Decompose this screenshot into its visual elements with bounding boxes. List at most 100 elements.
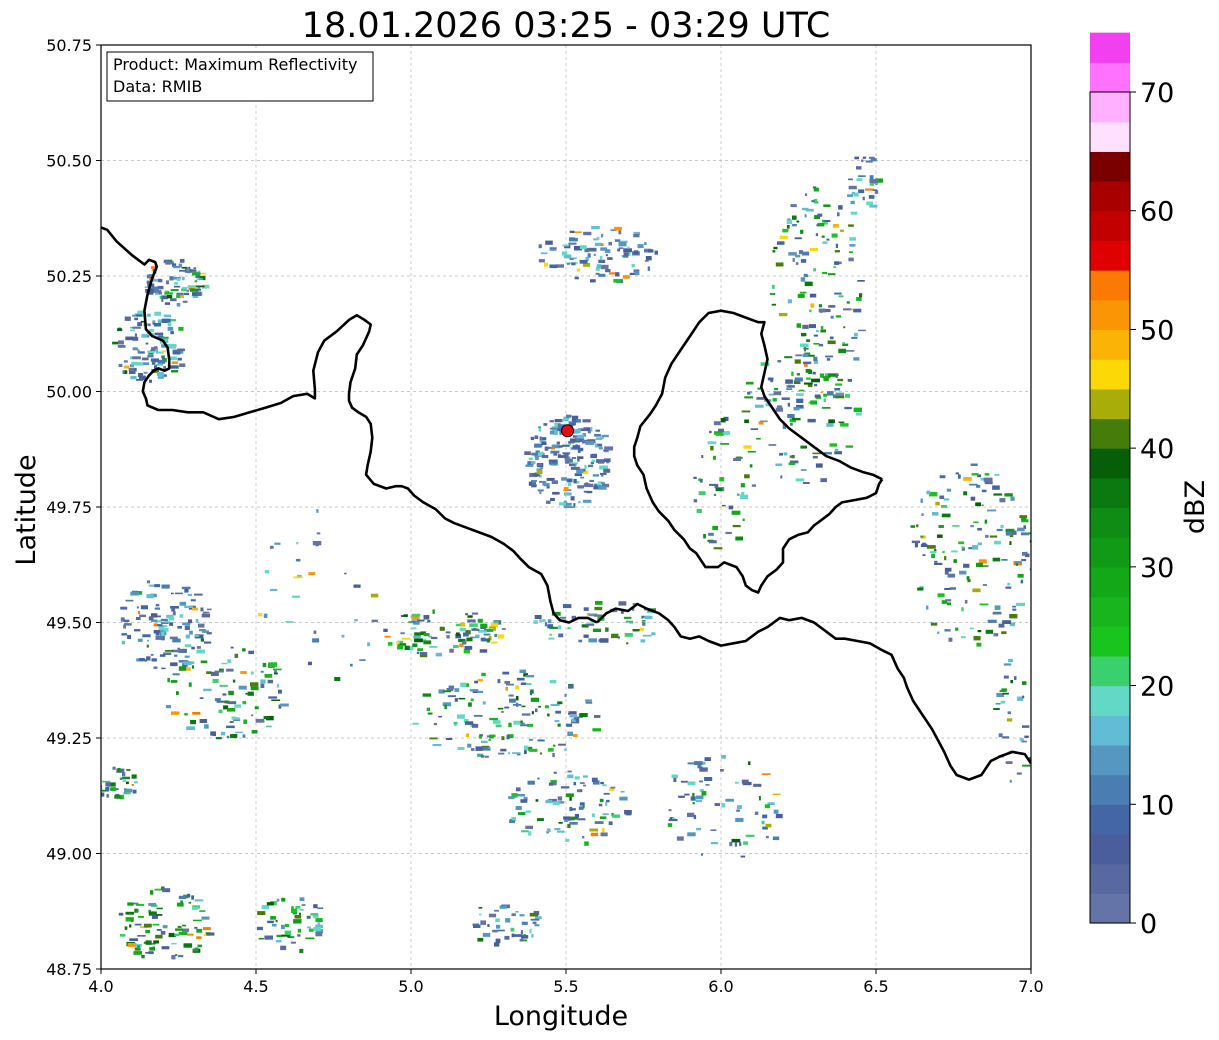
echo-cell: [197, 944, 202, 948]
echo-cell: [447, 695, 457, 698]
echo-cell: [189, 269, 197, 272]
echo-cell: [141, 357, 149, 361]
echo-cell: [240, 671, 247, 674]
colorbar-segment: [1090, 893, 1130, 924]
echo-cell: [583, 634, 589, 638]
echo-cell: [142, 362, 150, 366]
echo-cell: [184, 625, 190, 630]
echo-cell: [569, 462, 579, 464]
echo-cell: [210, 731, 216, 736]
echo-cell: [226, 735, 230, 739]
echo-cell: [805, 208, 814, 212]
echo-cell: [725, 798, 734, 802]
echo-cell: [756, 397, 765, 400]
echo-cell: [505, 918, 511, 923]
echo-cell: [566, 723, 573, 727]
echo-cell: [684, 793, 690, 796]
echo-cell: [186, 271, 191, 274]
echo-cell: [1007, 582, 1011, 586]
echo-cell: [835, 383, 843, 386]
echo-cell: [397, 645, 404, 650]
echo-cell: [156, 929, 162, 931]
echo-cell: [313, 904, 318, 909]
echo-cell: [590, 832, 599, 837]
echo-cell: [848, 251, 853, 254]
echo-cell: [528, 481, 532, 486]
echo-cell: [124, 316, 131, 321]
echo-cell: [811, 378, 820, 383]
echo-cell: [571, 457, 576, 459]
echo-cell: [221, 662, 228, 665]
echo-cell: [951, 550, 958, 553]
echo-cell: [177, 925, 182, 928]
echo-cell: [549, 264, 558, 269]
echo-cell: [946, 488, 952, 492]
echo-cell: [426, 707, 430, 712]
echo-cell: [147, 354, 154, 358]
echo-cell: [181, 288, 187, 292]
echo-cell: [987, 509, 996, 512]
echo-cell: [746, 381, 754, 385]
echo-cell: [463, 632, 469, 637]
echo-cell: [187, 285, 196, 288]
echo-cell: [150, 890, 154, 895]
echo-cell: [813, 268, 817, 272]
echo-cell: [267, 679, 273, 684]
echo-cell: [154, 332, 164, 336]
echo-cell: [497, 679, 501, 684]
echo-cell: [137, 322, 142, 327]
echo-cell: [179, 258, 185, 263]
echo-cell: [853, 308, 862, 313]
echo-cell: [806, 377, 811, 380]
echo-cell: [994, 605, 1001, 610]
echo-cell: [1002, 620, 1012, 624]
echo-cell: [262, 662, 267, 668]
echo-cell: [994, 540, 1001, 545]
colorbar-segment: [1090, 92, 1130, 123]
echo-cell: [955, 472, 959, 475]
echo-cell: [530, 918, 540, 921]
echo-cell: [308, 572, 316, 576]
echo-cell: [530, 436, 535, 441]
echo-cell: [268, 696, 277, 699]
echo-cell: [564, 492, 572, 496]
echo-cell: [687, 781, 696, 786]
echo-cell: [1033, 670, 1037, 673]
echo-cell: [1022, 681, 1027, 685]
echo-cell: [633, 250, 639, 255]
echo-cell: [274, 542, 281, 545]
echo-cell: [479, 913, 482, 916]
echo-cell: [858, 189, 865, 194]
echo-cell: [847, 194, 854, 197]
echo-cell: [1005, 531, 1013, 536]
echo-cell: [598, 486, 607, 490]
echo-cell: [946, 602, 951, 606]
echo-cell: [520, 724, 529, 727]
echo-cell: [775, 813, 783, 819]
echo-cell: [155, 349, 159, 353]
echo-cell: [920, 498, 923, 503]
echo-cell: [569, 822, 578, 825]
echo-cell: [796, 373, 800, 376]
echo-cell: [297, 574, 302, 577]
echo-cell: [467, 615, 473, 618]
echo-cell: [197, 286, 201, 289]
echo-cell: [834, 388, 841, 391]
echo-cell: [196, 285, 205, 288]
echo-cell: [417, 619, 425, 622]
echo-cell: [470, 748, 475, 751]
echo-cell: [805, 193, 808, 196]
echo-cell: [284, 924, 290, 927]
echo-cell: [713, 421, 721, 426]
echo-cell: [798, 250, 803, 255]
echo-cell: [814, 394, 821, 398]
echo-cell: [779, 452, 783, 456]
echo-cell: [539, 619, 546, 622]
echo-cell: [574, 776, 580, 780]
echo-cell: [735, 536, 743, 541]
echo-cell: [126, 769, 131, 771]
echo-cell: [810, 400, 818, 405]
echo-cell: [668, 819, 678, 822]
echo-cell: [695, 799, 702, 803]
echo-cell: [544, 705, 549, 709]
